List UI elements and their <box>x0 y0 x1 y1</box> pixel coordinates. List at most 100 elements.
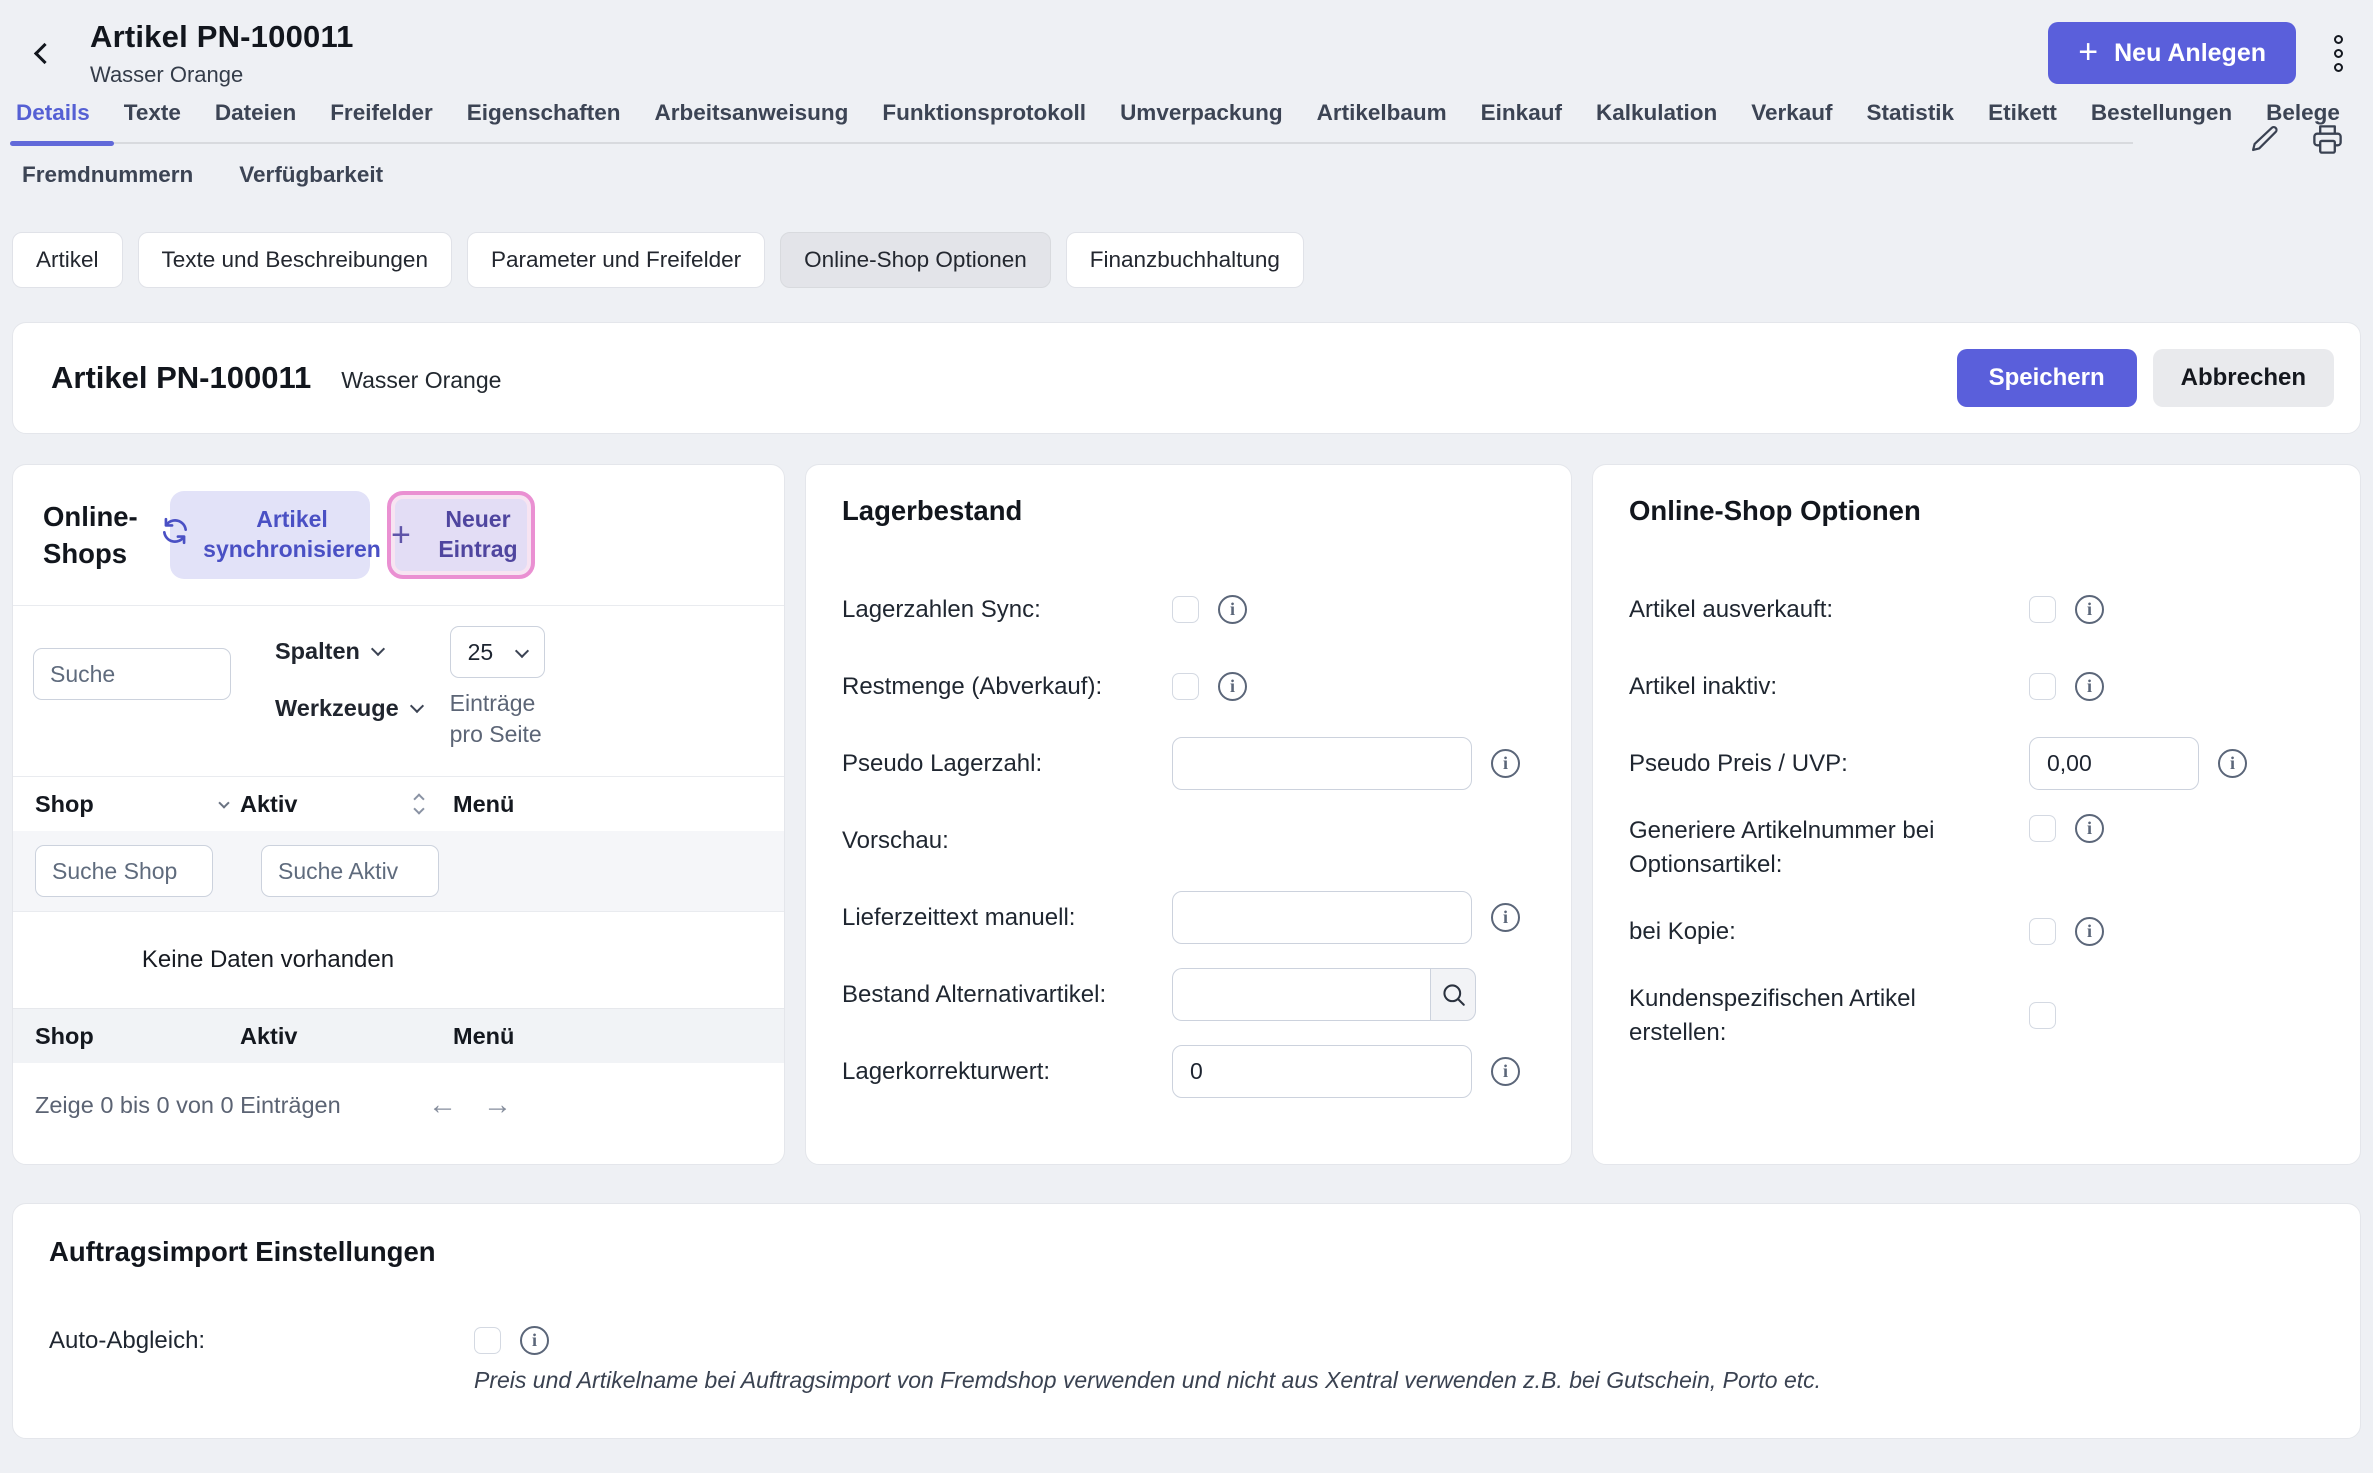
lagerzahlen-sync-checkbox[interactable] <box>1172 596 1199 623</box>
tab-verkauf[interactable]: Verkauf <box>1751 100 1832 126</box>
back-button[interactable] <box>18 30 64 76</box>
werkzeuge-dropdown[interactable]: Werkzeuge <box>275 695 422 722</box>
info-icon[interactable]: i <box>1491 903 1520 932</box>
tab-artikelbaum[interactable]: Artikelbaum <box>1317 100 1447 126</box>
filter-shop-input[interactable] <box>35 845 213 897</box>
restmenge-checkbox[interactable] <box>1172 673 1199 700</box>
prev-page-arrow-icon[interactable]: ← <box>428 1091 457 1120</box>
info-icon[interactable]: i <box>1218 672 1247 701</box>
table-pagination: Zeige 0 bis 0 von 0 Einträgen ← → <box>13 1063 784 1148</box>
lieferzeittext-input[interactable] <box>1172 891 1472 944</box>
tab-verfuegbarkeit[interactable]: Verfügbarkeit <box>239 162 383 188</box>
lagerbestand-panel: Lagerbestand Lagerzahlen Sync: i Restmen… <box>805 464 1572 1165</box>
pseudo-lagerzahl-input[interactable] <box>1172 737 1472 790</box>
artikel-inaktiv-checkbox[interactable] <box>2029 673 2056 700</box>
column-header-aktiv[interactable]: Aktiv <box>240 791 453 818</box>
tab-actions <box>2249 122 2345 157</box>
page-title: Artikel PN-100011 <box>90 19 354 55</box>
tab-texte[interactable]: Texte <box>124 100 181 126</box>
tab-bestellungen[interactable]: Bestellungen <box>2091 100 2232 126</box>
form-row: bei Kopie: i <box>1629 905 2324 958</box>
tab-statistik[interactable]: Statistik <box>1867 100 1955 126</box>
lagerkorrekturwert-input[interactable] <box>1172 1045 1472 1098</box>
tab-funktionsprotokoll[interactable]: Funktionsprotokoll <box>882 100 1086 126</box>
info-icon[interactable]: i <box>2218 749 2247 778</box>
tab-freifelder[interactable]: Freifelder <box>330 100 433 126</box>
info-icon[interactable]: i <box>2075 672 2104 701</box>
tab-fremdnummern[interactable]: Fremdnummern <box>22 162 193 188</box>
tab-details[interactable]: Details <box>16 100 90 126</box>
chevron-left-icon <box>33 42 54 63</box>
form-row: Artikel inaktiv: i <box>1629 660 2324 713</box>
form-row: Kundenspezifischen Artikel erstellen: <box>1629 982 2324 1049</box>
tab-umverpackung[interactable]: Umverpackung <box>1120 100 1283 126</box>
info-icon[interactable]: i <box>2075 814 2104 843</box>
form-row: Lieferzeittext manuell: i <box>842 891 1535 944</box>
auto-abgleich-hint: Preis und Artikelname bei Auftragsimport… <box>474 1367 2324 1394</box>
info-icon[interactable]: i <box>2075 917 2104 946</box>
info-icon[interactable]: i <box>1491 1057 1520 1086</box>
form-row: Pseudo Lagerzahl: i <box>842 737 1535 790</box>
info-icon[interactable]: i <box>2075 595 2104 624</box>
subtab-online-shop-optionen[interactable]: Online-Shop Optionen <box>780 232 1051 288</box>
table-empty-state: Keine Daten vorhanden <box>13 911 784 1008</box>
auto-abgleich-label: Auto-Abgleich: <box>49 1327 474 1355</box>
form-row: Vorschau: <box>842 814 1535 867</box>
subtab-chips: Artikel Texte und Beschreibungen Paramet… <box>12 232 2361 288</box>
tab-arbeitsanweisung[interactable]: Arbeitsanweisung <box>655 100 849 126</box>
subtab-finanzbuchhaltung[interactable]: Finanzbuchhaltung <box>1066 232 1304 288</box>
artikel-synchronisieren-button[interactable]: Artikel synchronisieren <box>170 491 370 579</box>
online-shop-optionen-panel: Online-Shop Optionen Artikel ausverkauft… <box>1592 464 2361 1165</box>
speichern-button[interactable]: Speichern <box>1957 349 2137 407</box>
info-icon[interactable]: i <box>1491 749 1520 778</box>
abbrechen-button[interactable]: Abbrechen <box>2153 349 2334 407</box>
next-page-arrow-icon[interactable]: → <box>483 1091 512 1120</box>
neu-anlegen-button[interactable]: + Neu Anlegen <box>2048 22 2296 84</box>
tab-etikett[interactable]: Etikett <box>1988 100 2057 126</box>
filter-aktiv-input[interactable] <box>261 845 439 897</box>
tab-eigenschaften[interactable]: Eigenschaften <box>467 100 621 126</box>
online-shops-panel: Online-Shops Artikel synchronisieren + N… <box>12 464 785 1165</box>
tab-kalkulation[interactable]: Kalkulation <box>1596 100 1717 126</box>
kundenspezifischen-artikel-checkbox[interactable] <box>2029 1002 2056 1029</box>
generiere-artikelnummer-checkbox[interactable] <box>2029 815 2056 842</box>
form-row: Lagerzahlen Sync: i <box>842 583 1535 636</box>
info-icon[interactable]: i <box>520 1326 549 1355</box>
tab-row-2: Fremdnummern Verfügbarkeit <box>16 144 2373 196</box>
page-size-label: Einträge pro Seite <box>450 688 570 750</box>
spalten-dropdown[interactable]: Spalten <box>275 638 422 665</box>
bestand-alternativartikel-input[interactable] <box>1172 968 1430 1021</box>
auto-abgleich-checkbox[interactable] <box>474 1327 501 1354</box>
pencil-icon[interactable] <box>2249 123 2282 156</box>
sort-icon <box>415 795 423 813</box>
article-subtitle: Wasser Orange <box>341 367 501 394</box>
column-header-menu: Menü <box>453 791 533 818</box>
article-header-card: Artikel PN-100011 Wasser Orange Speicher… <box>12 322 2361 434</box>
online-shop-optionen-title: Online-Shop Optionen <box>1629 495 2324 527</box>
auftragsimport-card: Auftragsimport Einstellungen Auto-Abglei… <box>12 1203 2361 1439</box>
tab-einkauf[interactable]: Einkauf <box>1481 100 1562 126</box>
form-row: Generiere Artikelnummer bei Optionsartik… <box>1629 814 2324 881</box>
kebab-menu-icon[interactable] <box>2330 28 2347 78</box>
auftragsimport-title: Auftragsimport Einstellungen <box>49 1236 2324 1268</box>
tab-dateien[interactable]: Dateien <box>215 100 296 126</box>
page-size-select[interactable]: 25 <box>450 626 545 678</box>
panels-row: Online-Shops Artikel synchronisieren + N… <box>12 464 2361 1165</box>
info-icon[interactable]: i <box>1218 595 1247 624</box>
article-title: Artikel PN-100011 <box>51 360 311 396</box>
form-row: Pseudo Preis / UVP: i <box>1629 737 2324 790</box>
artikel-ausverkauft-checkbox[interactable] <box>2029 596 2056 623</box>
subtab-texte-und-beschreibungen[interactable]: Texte und Beschreibungen <box>138 232 452 288</box>
search-icon[interactable] <box>1430 968 1476 1021</box>
printer-icon[interactable] <box>2310 122 2345 157</box>
tab-bar: Details Texte Dateien Freifelder Eigensc… <box>0 94 2373 196</box>
column-header-shop[interactable]: Shop <box>35 791 240 818</box>
bei-kopie-checkbox[interactable] <box>2029 918 2056 945</box>
neuer-eintrag-button[interactable]: + Neuer Eintrag <box>387 491 535 579</box>
pseudo-preis-input[interactable] <box>2029 737 2199 790</box>
search-input[interactable] <box>33 648 231 700</box>
subtab-artikel[interactable]: Artikel <box>12 232 123 288</box>
refresh-icon <box>159 515 191 555</box>
subtab-parameter-und-freifelder[interactable]: Parameter und Freifelder <box>467 232 765 288</box>
plus-icon: + <box>391 513 411 557</box>
